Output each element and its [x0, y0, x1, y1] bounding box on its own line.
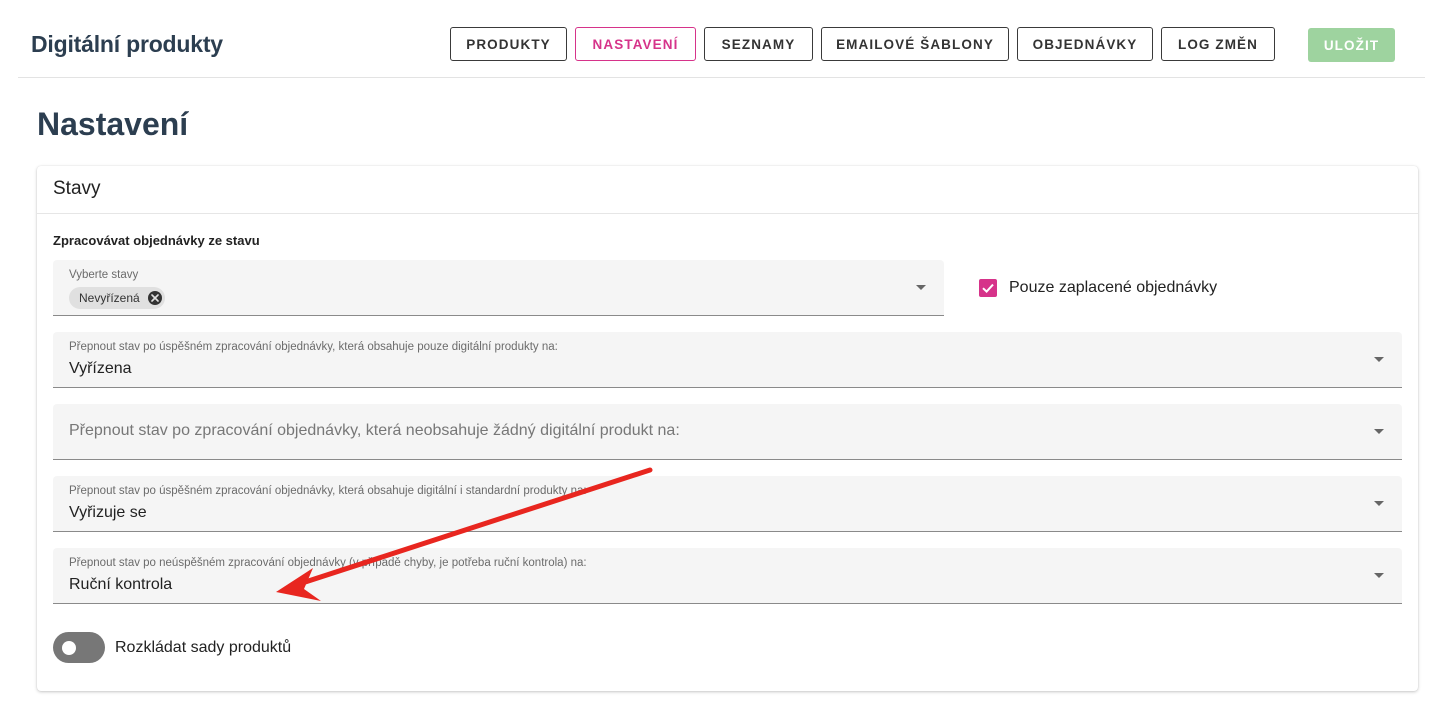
status-chip: Nevyřízená	[69, 287, 165, 309]
split-sets-label: Rozkládat sady produktů	[115, 639, 292, 656]
tab-nastaveni[interactable]: NASTAVENÍ	[575, 27, 696, 61]
tab-seznamy[interactable]: SEZNAMY	[704, 27, 813, 61]
save-button[interactable]: ULOŽIT	[1308, 28, 1395, 62]
chevron-down-icon	[1374, 572, 1384, 578]
field-placeholder: Přepnout stav po zpracování objednávky, …	[69, 422, 680, 439]
select-mixed-success[interactable]: Přepnout stav po úspěšném zpracování obj…	[53, 476, 1402, 532]
chevron-down-icon	[1374, 428, 1384, 434]
tab-emailove-sablony[interactable]: EMAILOVÉ ŠABLONY	[821, 27, 1009, 61]
card-divider	[37, 213, 1418, 214]
chevron-down-icon	[916, 284, 926, 290]
paid-only-label: Pouze zaplacené objednávky	[1009, 279, 1218, 296]
tab-objednavky[interactable]: OBJEDNÁVKY	[1017, 27, 1153, 61]
card-title: Stavy	[53, 178, 101, 199]
status-multiselect[interactable]: Vyberte stavy Nevyřízená	[53, 260, 944, 316]
field-value: Vyřízena	[69, 360, 132, 377]
chip-remove-icon[interactable]	[147, 291, 162, 305]
field-label: Přepnout stav po neúspěšném zpracování o…	[69, 557, 587, 569]
select-digital-only-success[interactable]: Přepnout stav po úspěšném zpracování obj…	[53, 332, 1402, 388]
select-no-digital[interactable]: Přepnout stav po zpracování objednávky, …	[53, 404, 1402, 460]
status-multiselect-label: Vyberte stavy	[69, 269, 139, 281]
states-card: Stavy Zpracovávat objednávky ze stavu Vy…	[37, 166, 1418, 691]
app-title: Digitální produkty	[31, 31, 223, 57]
select-failure[interactable]: Přepnout stav po neúspěšném zpracování o…	[53, 548, 1402, 604]
field-value: Ruční kontrola	[69, 576, 173, 593]
chevron-down-icon	[1374, 356, 1384, 362]
field-label: Přepnout stav po úspěšném zpracování obj…	[69, 341, 558, 353]
split-sets-toggle[interactable]	[53, 632, 105, 663]
tab-log-zmen[interactable]: LOG ZMĚN	[1161, 27, 1275, 61]
page-title: Nastavení	[37, 106, 189, 142]
section-label: Zpracovávat objednávky ze stavu	[53, 233, 260, 248]
field-value: Vyřizuje se	[69, 504, 147, 521]
paid-only-checkbox[interactable]	[979, 279, 997, 297]
chevron-down-icon	[1374, 500, 1384, 506]
tab-produkty[interactable]: PRODUKTY	[450, 27, 567, 61]
toggle-knob	[62, 641, 76, 655]
checkmark-icon	[982, 283, 994, 294]
status-chip-label: Nevyřízená	[79, 291, 140, 305]
field-label: Přepnout stav po úspěšném zpracování obj…	[69, 485, 587, 497]
